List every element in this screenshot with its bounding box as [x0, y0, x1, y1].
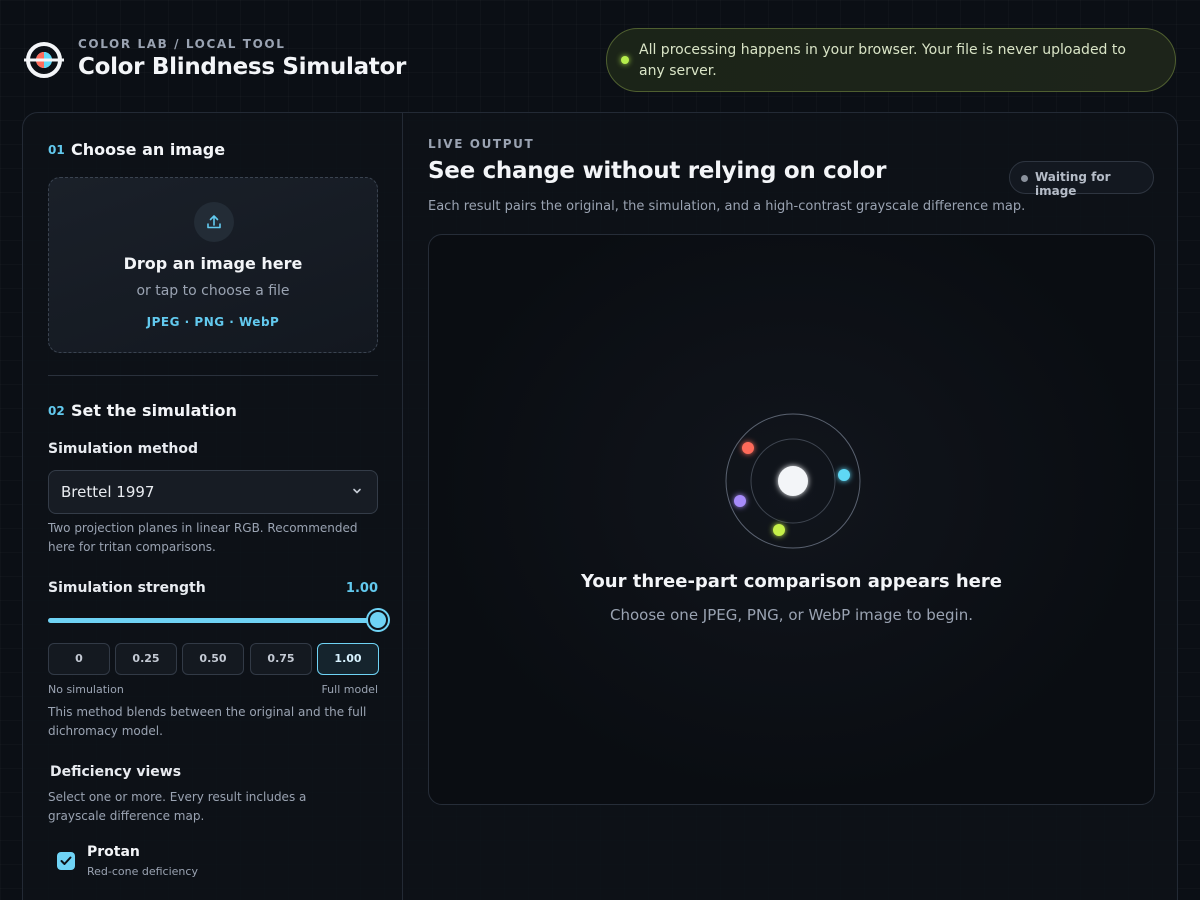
strength-value: 1.00 [345, 581, 378, 596]
strength-slider[interactable] [48, 610, 388, 630]
output-eyebrow: LIVE OUTPUT [428, 137, 535, 151]
protan-checkbox[interactable] [57, 852, 75, 870]
method-help: Two projection planes in linear RGB. Rec… [48, 521, 358, 554]
upload-icon [207, 215, 221, 229]
preset-0-button[interactable]: 0 [48, 643, 110, 675]
app-eyebrow: COLOR LAB / LOCAL TOOL [78, 37, 286, 51]
app-title: Color Blindness Simulator [78, 54, 407, 80]
strength-help: This method blends between the original … [48, 705, 367, 738]
strength-slider-thumb[interactable] [368, 610, 388, 630]
protan-subtitle: Red-cone deficiency [87, 865, 198, 878]
output-stage: Your three-part comparison appears here … [428, 234, 1155, 805]
step-1-number: 01 [48, 143, 65, 157]
output-title: See change without relying on color [428, 158, 887, 184]
status-badge: Waiting for image [1009, 161, 1154, 198]
check-icon [60, 856, 72, 865]
privacy-notice: All processing happens in your browser. … [606, 28, 1176, 92]
strength-slider-fill [48, 618, 378, 623]
preset-025-button[interactable]: 0.25 [115, 643, 177, 675]
empty-state-subtitle: Choose one JPEG, PNG, or WebP image to b… [609, 606, 974, 624]
app-header: COLOR LAB / LOCAL TOOL Color Blindness S… [0, 0, 1200, 112]
preset-075-button[interactable]: 0.75 [250, 643, 312, 675]
deficiency-label: Deficiency views [50, 764, 182, 780]
color-orbit-icon [725, 413, 861, 549]
dropzone-formats: JPEG · PNG · WebP [146, 315, 280, 329]
step-2-title: Set the simulation [71, 401, 237, 420]
deficiency-help: Select one or more. Every result include… [48, 790, 307, 823]
method-select[interactable]: Brettel 1997 [48, 470, 378, 514]
step-2-number: 02 [48, 404, 65, 418]
strength-max-label: Full model [321, 683, 378, 696]
controls-column: 01 Choose an image Drop an image here or… [23, 113, 403, 900]
output-column: LIVE OUTPUT See change without relying o… [404, 113, 1177, 900]
method-label: Simulation method [48, 441, 199, 457]
preset-100-button[interactable]: 1.00 [317, 643, 379, 675]
section-divider [48, 375, 378, 376]
privacy-notice-text: All processing happens in your browser. … [639, 42, 1126, 79]
protan-title: Protan [87, 844, 140, 860]
privacy-status-dot [621, 56, 629, 64]
status-text: Waiting for image [1035, 170, 1111, 198]
empty-state-title: Your three-part comparison appears here [581, 571, 1002, 592]
color-lab-logo-icon [24, 42, 64, 78]
chevron-down-icon [353, 488, 361, 494]
step-1-title: Choose an image [71, 140, 226, 159]
upload-icon-wrapper [194, 202, 234, 242]
output-subtitle: Each result pairs the original, the simu… [428, 199, 1026, 214]
method-select-value: Brettel 1997 [61, 483, 155, 501]
image-dropzone[interactable]: Drop an image here or tap to choose a fi… [48, 177, 378, 353]
preset-050-button[interactable]: 0.50 [182, 643, 244, 675]
main-panel: 01 Choose an image Drop an image here or… [22, 112, 1178, 900]
strength-min-label: No simulation [48, 683, 124, 696]
strength-label: Simulation strength [48, 580, 206, 596]
dropzone-subtitle: or tap to choose a file [136, 283, 290, 299]
dropzone-title: Drop an image here [123, 254, 303, 273]
status-dot [1021, 175, 1028, 182]
